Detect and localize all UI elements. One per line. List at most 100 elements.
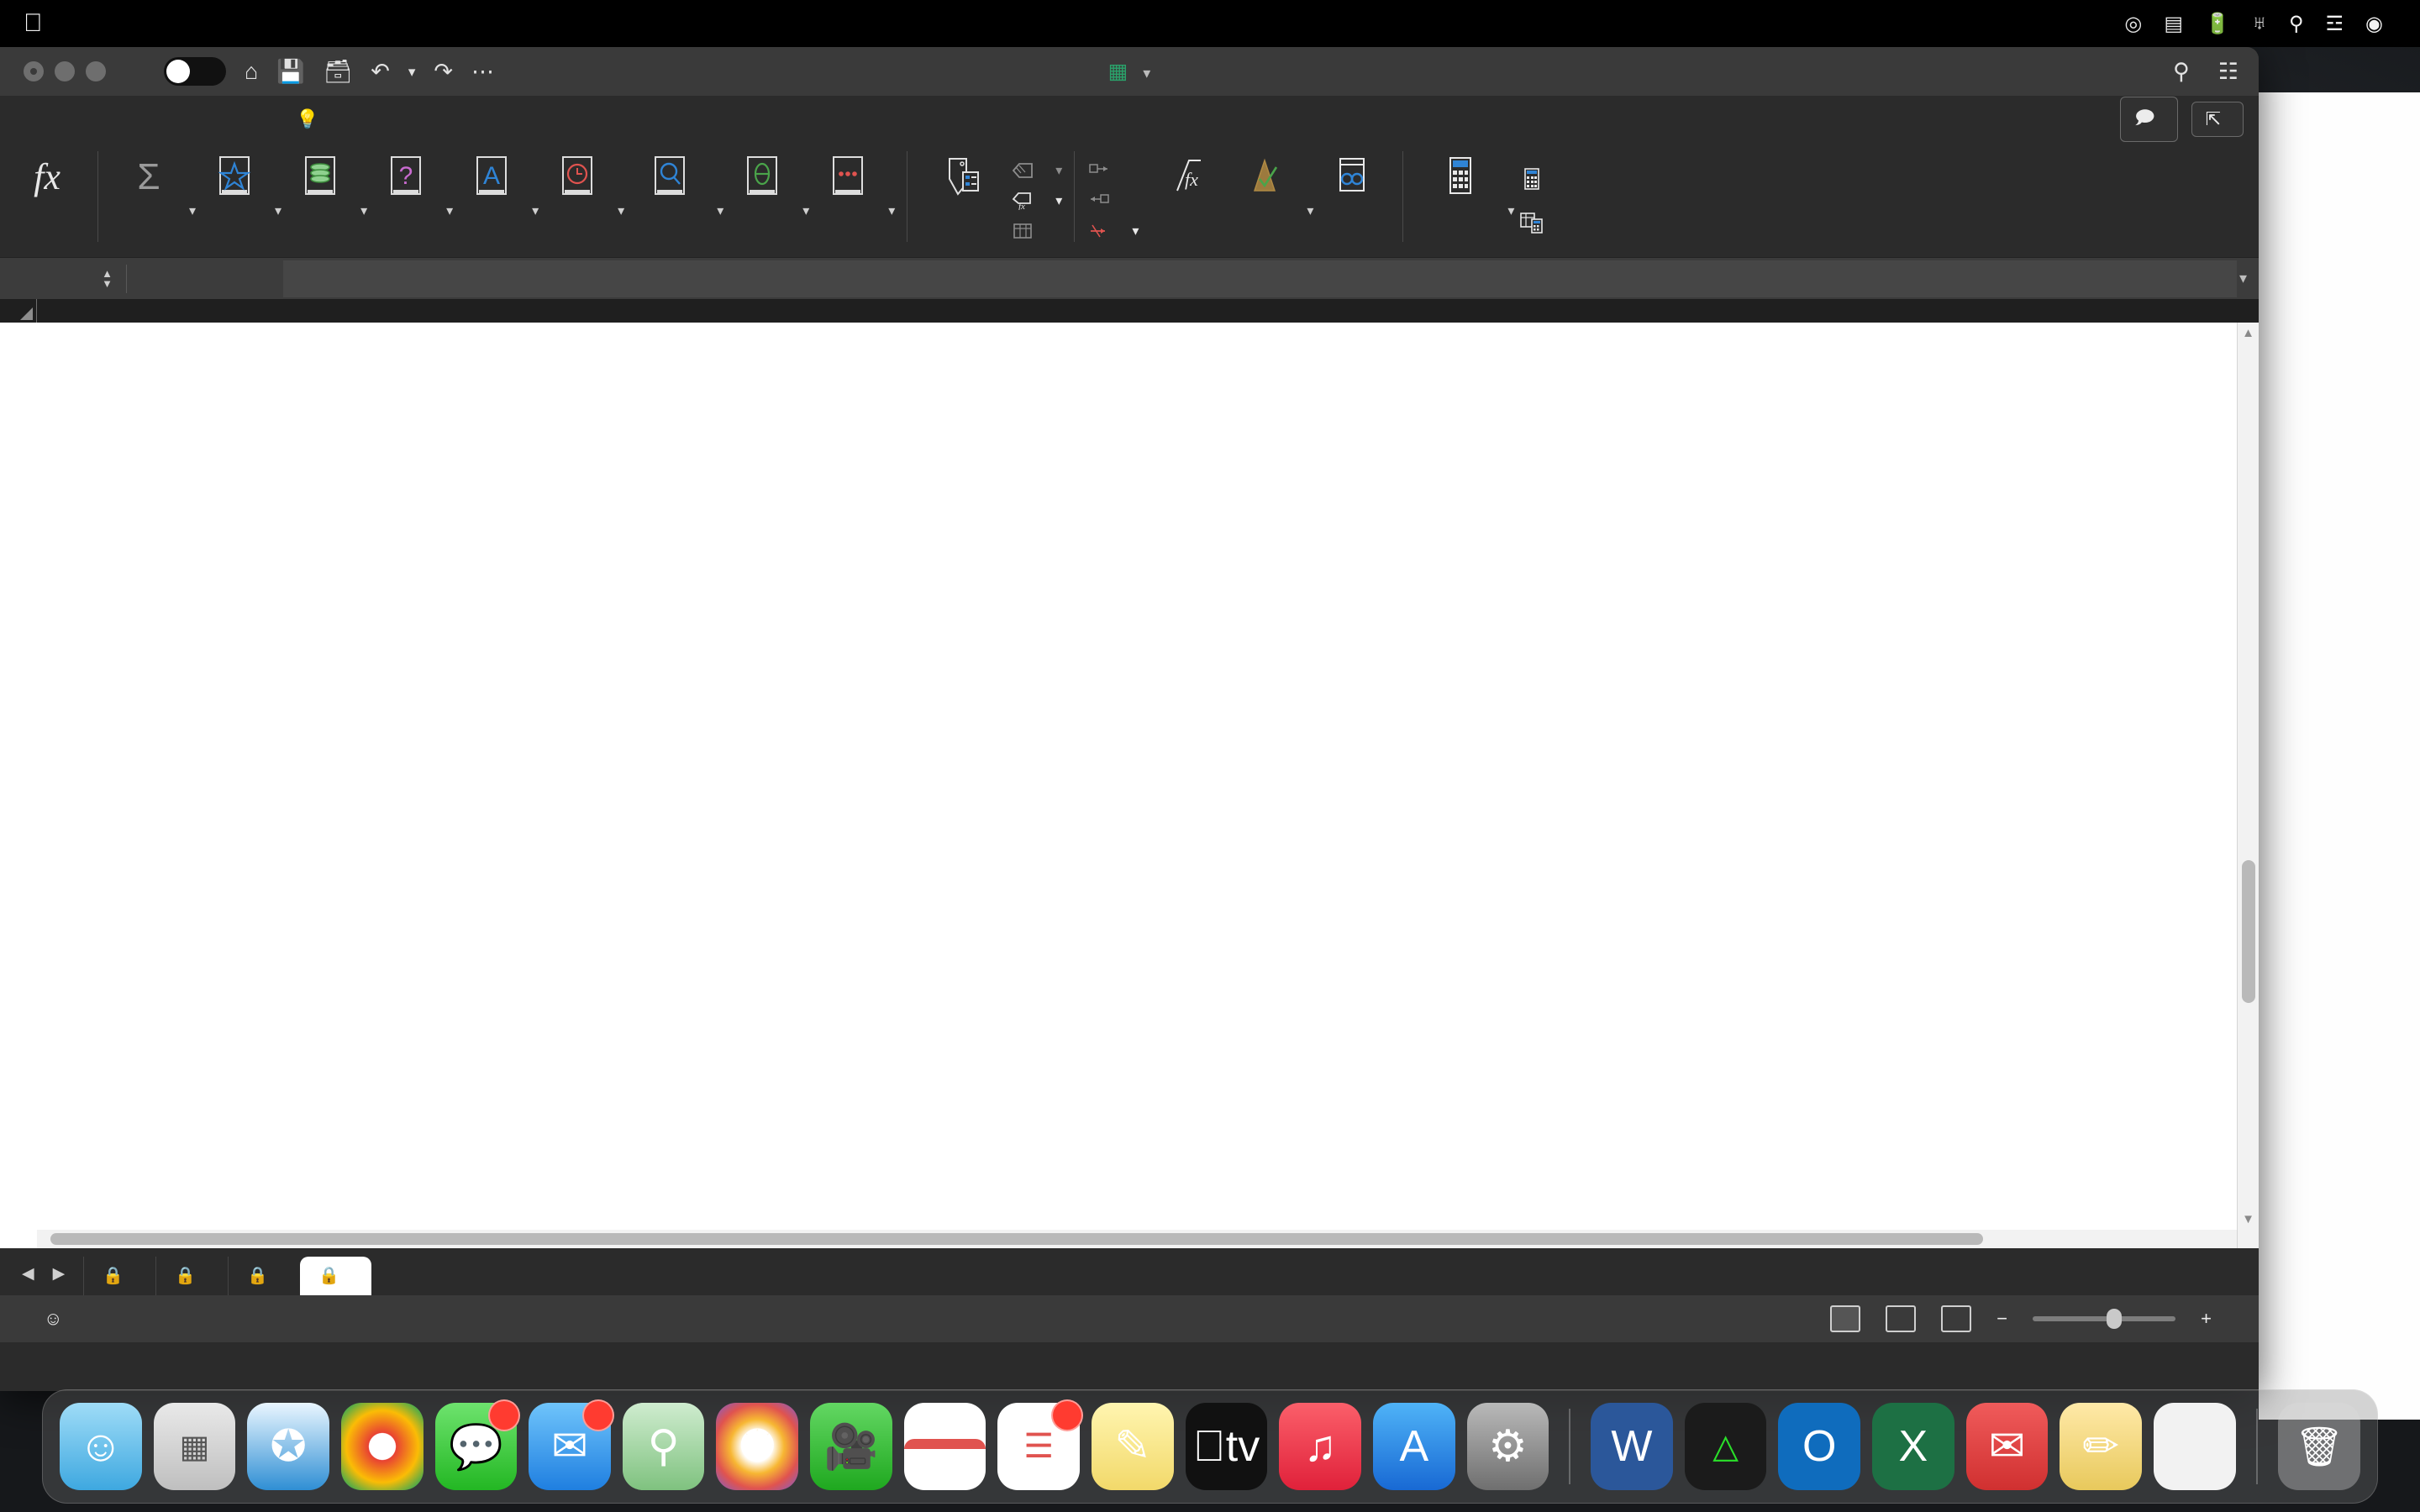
tab-insert[interactable] [44,96,77,143]
horizontal-scroll-thumb[interactable] [50,1233,1983,1245]
undo-icon[interactable]: ↶ [371,60,390,83]
logical-dropdown-icon[interactable]: ▾ [446,202,453,219]
ribbon-display-options-icon[interactable]: ☷ [2218,59,2238,85]
zoom-slider[interactable] [2033,1309,2176,1329]
autosum-dropdown-icon[interactable]: ▾ [189,202,196,219]
siri-icon[interactable]: ◉ [2365,12,2383,36]
select-all-corner[interactable] [0,299,37,323]
financial-dropdown-icon[interactable]: ▾ [360,202,367,219]
minimize-window-button[interactable] [55,61,75,81]
wifi-icon[interactable]: ♅ [2252,12,2267,35]
trace-precedents-button[interactable] [1086,160,1139,181]
dock-facetime-icon[interactable]: 🎥 [810,1403,892,1490]
dock-photos-icon[interactable]: ❂ [716,1403,799,1490]
control-center-icon[interactable]: ☲ [2326,12,2344,36]
close-window-button[interactable] [24,61,44,81]
financial-button[interactable] [281,148,359,203]
normal-view-button[interactable] [1830,1305,1861,1332]
formula-input[interactable] [283,260,2237,297]
sheet-nav-arrows[interactable]: ◀ ▶ [0,1264,83,1295]
dock-word-icon[interactable]: W [1591,1403,1673,1490]
dock-excel-file-icon[interactable] [2153,1403,2237,1490]
sheet-tab-employees-earnings-records[interactable]: 🔒 [299,1257,371,1295]
comments-button[interactable]: 🗩 [2120,97,2178,142]
error-checking-dropdown-icon[interactable]: ▾ [1307,202,1313,219]
dock-system-settings-icon[interactable]: ⚙ [1466,1403,1549,1490]
screen-record-icon[interactable]: ◎ [2124,12,2142,36]
tab-data[interactable] [178,96,212,143]
scroll-up-icon[interactable]: ▲ [2242,326,2254,340]
trace-dependents-button[interactable] [1086,190,1139,212]
search-icon[interactable]: ⚲ [2173,59,2190,85]
display-icon[interactable]: ▤ [2164,12,2183,36]
define-name-button[interactable]: ▾ [1010,160,1062,181]
date-time-dropdown-icon[interactable]: ▾ [618,202,624,219]
autosum-button[interactable]: Σ [110,148,187,203]
calculate-now-button[interactable] [1519,168,1555,190]
home-icon[interactable]: ⌂ [245,60,258,83]
lookup-reference-dropdown-icon[interactable]: ▾ [717,202,723,219]
battery-icon[interactable]: 🔋 [2205,12,2230,36]
name-box[interactable]: ▲ ▼ [0,258,126,300]
tab-draw[interactable] [77,96,111,143]
accessibility-icon[interactable]: ☺ [44,1308,62,1330]
calculation-options-button[interactable] [1415,148,1506,203]
undo-dropdown-icon[interactable]: ▾ [408,65,416,79]
dock-app-store-icon[interactable]: A [1372,1403,1455,1490]
vertical-scrollbar[interactable]: ▲ ▼ [2237,323,2259,1248]
create-from-selection-button[interactable] [1010,220,1062,242]
define-name-dropdown-icon[interactable]: ▾ [1055,162,1062,179]
dock-mail-icon[interactable]: ✉ [529,1399,614,1490]
error-checking-button[interactable] [1228,148,1305,203]
dock-reminders-icon[interactable]: ☰ [997,1399,1084,1490]
sheet-tab-payroll-register[interactable]: 🔒 [228,1257,300,1295]
zoom-slider-knob[interactable] [2107,1309,2123,1329]
maximize-window-button[interactable] [86,61,106,81]
horizontal-scrollbar[interactable] [37,1230,2237,1248]
remove-arrows-dropdown-icon[interactable]: ▾ [1132,223,1139,239]
use-in-formula-dropdown-icon[interactable]: ▾ [1055,192,1062,209]
dock-messages-icon[interactable]: 💬 [434,1399,521,1490]
save-as-icon[interactable]: 🗃 [324,60,352,83]
dock-apple-tv-icon[interactable]: tv [1185,1403,1268,1490]
dock-chrome-icon[interactable]: ● [340,1403,424,1490]
dock-trash-icon[interactable]: 🗑 [2278,1403,2360,1490]
remove-arrows-button[interactable]: ▾ [1086,220,1139,242]
tab-tell-me[interactable]: 💡 [279,96,342,143]
sheet-tab-journal[interactable]: 🔒 [83,1257,155,1295]
tab-page-layout[interactable] [111,96,145,143]
zoom-in-button[interactable]: + [2201,1308,2212,1330]
tab-review[interactable] [212,96,245,143]
title-chevron-icon[interactable]: ▾ [1143,65,1150,81]
tab-home[interactable] [10,96,44,143]
dock-mail-2-icon[interactable]: ✉ [1965,1403,2049,1490]
dock-notes-icon[interactable]: ✎ [1092,1403,1174,1490]
dock-launchpad-icon[interactable]: ▦ [153,1403,236,1490]
use-in-formula-button[interactable]: fx ▾ [1010,190,1062,212]
math-trig-dropdown-icon[interactable]: ▾ [802,202,809,219]
calculation-options-dropdown-icon[interactable]: ▾ [1507,202,1514,219]
share-button[interactable]: ⇱ [2191,102,2244,137]
insert-function-button[interactable]: fx [8,148,86,203]
recently-used-button[interactable] [196,148,273,203]
name-manager-button[interactable] [919,148,1010,203]
text-dropdown-icon[interactable]: ▾ [532,202,539,219]
calculate-sheet-button[interactable] [1519,212,1555,234]
recently-used-dropdown-icon[interactable]: ▾ [275,202,281,219]
sheet-tab-general-ledger[interactable]: 🔒 [155,1257,228,1295]
save-icon[interactable]: 💾 [276,60,305,83]
apple-logo-icon[interactable]:  [24,11,43,36]
show-formulas-button[interactable]: fx [1150,148,1228,203]
watch-window-button[interactable] [1313,148,1391,203]
formula-bar-expand-icon[interactable]: ▾ [2239,270,2247,287]
more-functions-button[interactable] [809,148,886,203]
vertical-scroll-thumb[interactable] [2242,860,2255,1003]
date-time-button[interactable] [539,148,616,203]
more-options-icon[interactable]: ⋯ [471,60,494,83]
dock-maps-icon[interactable]: ⚲ [622,1403,705,1490]
dock-finder-icon[interactable]: ☺ [60,1403,142,1490]
text-button[interactable]: A [453,148,530,203]
dock-excel-icon[interactable]: X [1872,1403,1954,1490]
dock-activity-monitor-icon[interactable]: △ [1684,1403,1767,1490]
add-sheet-button[interactable] [371,1282,422,1295]
